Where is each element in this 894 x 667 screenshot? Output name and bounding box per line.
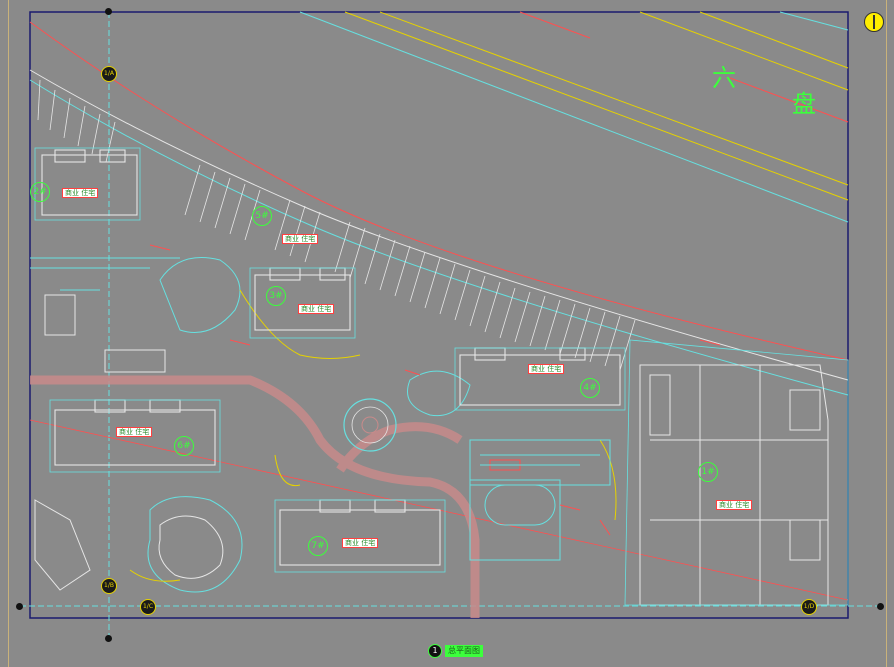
building-tag-7: 商业 住宅: [342, 538, 379, 548]
site-plan-drawing: [20, 11, 880, 638]
axis-bubble-bottom-right[interactable]: 1/D: [801, 599, 817, 615]
central-plaza: [343, 398, 397, 452]
north-arrow-icon: [864, 12, 884, 32]
building-number-1[interactable]: 1#: [698, 462, 718, 482]
building-tag-6: 商业 住宅: [116, 427, 153, 437]
building-tag-2: 商业 住宅: [62, 188, 99, 198]
road-lines: [299, 11, 849, 223]
building-number-3[interactable]: 3#: [266, 286, 286, 306]
paved-walkway: [30, 375, 480, 618]
axis-end-dot-top: [105, 8, 112, 15]
building-number-2[interactable]: 2#: [30, 182, 50, 202]
axis-end-dot-right: [877, 603, 884, 610]
building-tag-5: 商业 住宅: [282, 234, 319, 244]
building-tag-4: 商业 住宅: [528, 364, 565, 374]
building-number-7[interactable]: 7#: [308, 536, 328, 556]
building-outlines-cyan: [34, 147, 626, 573]
building-tag-1: 商业 住宅: [716, 500, 753, 510]
drawing-title-text: 总平面图: [445, 645, 483, 657]
cad-drawing-viewport[interactable]: 六 盘 2# 5# 3# 4# 6# 7# 1# 商业 住宅 商业 住宅 商业 …: [0, 0, 894, 667]
axis-end-dot-left: [16, 603, 23, 610]
axis-bubble-top-left[interactable]: 1/A: [101, 66, 117, 82]
road-label-char-2: 盘: [792, 90, 816, 118]
commercial-block: [639, 364, 829, 606]
axis-bubble-bottom-left[interactable]: 1/B: [101, 578, 117, 594]
drawing-title: 1 总平面图: [428, 643, 483, 659]
building-number-6[interactable]: 6#: [174, 436, 194, 456]
commercial-outline: [624, 339, 849, 606]
axis-bubble-bottom-mid[interactable]: 1/C: [140, 599, 156, 615]
axis-end-dot-bottom: [105, 635, 112, 642]
building-number-4[interactable]: 4#: [580, 378, 600, 398]
building-tag-3: 商业 住宅: [298, 304, 335, 314]
red-annotations: [149, 244, 721, 536]
road-label-char-1: 六: [712, 64, 736, 92]
residential-buildings: [41, 149, 621, 566]
drawing-border: [29, 11, 849, 619]
drawing-title-number: 1: [428, 644, 442, 658]
building-number-5[interactable]: 5#: [252, 206, 272, 226]
water-features: [469, 439, 611, 561]
